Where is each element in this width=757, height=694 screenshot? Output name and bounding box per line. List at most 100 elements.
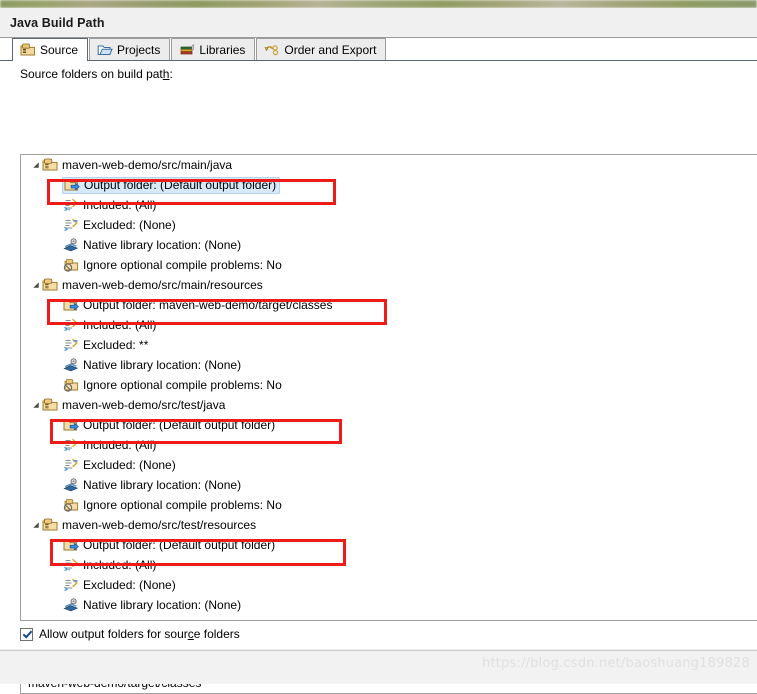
tree-row-label: Excluded: ** [83, 338, 149, 352]
tree-row-source-folder[interactable]: maven-web-demo/src/main/java [21, 155, 757, 175]
tree-row-label: Output folder: (Default output folder) [83, 538, 276, 552]
tree-row-label: maven-web-demo/src/main/java [62, 158, 233, 172]
native-library-icon [63, 238, 79, 252]
tree-row-attribute[interactable]: Native library location: (None) [21, 595, 757, 615]
tab-order-export-label: Order and Export [284, 42, 377, 57]
tree-row-attribute[interactable]: Output folder: (Default output folder) [21, 535, 757, 555]
tree-row-source-folder[interactable]: maven-web-demo/src/test/resources [21, 515, 757, 535]
tree-row-label: Excluded: (None) [83, 578, 176, 592]
excluded-filter-icon [64, 458, 78, 472]
source-tab-panel: Source folders on build path: maven-web-… [0, 61, 757, 694]
tree-row-source-folder[interactable]: maven-web-demo/src/test/java [21, 395, 757, 415]
tree-row-source-folder[interactable]: maven-web-demo/src/main/resources [21, 275, 757, 295]
expand-arrow-icon[interactable] [30, 515, 42, 535]
tree-row-attribute[interactable]: Native library location: (None) [21, 355, 757, 375]
tree-row-label: Included: (All) [83, 198, 157, 212]
tree-row-attribute[interactable]: Native library location: (None) [21, 235, 757, 255]
allow-output-folders-checkbox[interactable] [20, 627, 33, 641]
tree-row-attribute[interactable]: Excluded: ** [21, 335, 757, 355]
dialog-title-bar: Java Build Path [0, 8, 757, 38]
svg-text:+: + [68, 327, 71, 333]
tree-row-label: Native library location: (None) [83, 358, 242, 372]
source-folders-tree[interactable]: maven-web-demo/src/main/java Output folde… [20, 154, 757, 621]
source-folder-icon [20, 43, 36, 57]
tab-libraries-label: Libraries [199, 42, 246, 57]
tree-row-label: Excluded: (None) [83, 218, 176, 232]
svg-text:+: + [68, 447, 71, 453]
tree-row-attribute[interactable]: + Included: (All) [21, 555, 757, 575]
tree-row-label: Ignore optional compile problems: No [83, 258, 282, 272]
tree-row-label: Native library location: (None) [83, 478, 242, 492]
source-folder-icon [42, 398, 58, 411]
tree-row-attribute[interactable]: Output folder: (Default output folder) [21, 175, 757, 195]
tree-caption-after: : [169, 67, 173, 81]
ignore-problems-icon [63, 259, 79, 272]
tree-row-label: maven-web-demo/src/main/resources [62, 278, 263, 292]
included-filter-icon: + [64, 318, 78, 333]
tree-row-label: Ignore optional compile problems: No [83, 498, 282, 512]
watermark-text: https://blog.csdn.net/baoshuang189828 [482, 656, 750, 671]
native-library-icon [63, 598, 79, 612]
output-folder-icon [63, 300, 79, 311]
tree-row-attribute[interactable]: Ignore optional compile problems: No [21, 495, 757, 515]
tree-row-attribute[interactable]: Excluded: (None) [21, 215, 757, 235]
tree-row-label: Excluded: (None) [83, 458, 176, 472]
page-title: Java Build Path [10, 16, 105, 30]
java-build-path-dialog: Java Build Path Source Projects Librarie… [0, 8, 757, 694]
tree-row-attribute[interactable]: Ignore optional compile problems: No [21, 255, 757, 275]
order-export-icon [264, 43, 280, 57]
tree-row-attribute[interactable]: + Included: (All) [21, 195, 757, 215]
tree-row-label: maven-web-demo/src/test/resources [62, 518, 257, 532]
tree-row-label: Included: (All) [83, 318, 157, 332]
tab-libraries[interactable]: Libraries [171, 38, 256, 60]
tree-row-label: Native library location: (None) [83, 238, 242, 252]
expand-arrow-icon[interactable] [30, 275, 42, 295]
tree-caption: Source folders on build path: [0, 61, 757, 86]
tree-caption-before: Source folders on build pat [20, 67, 163, 81]
tab-source[interactable]: Source [12, 38, 89, 61]
excluded-filter-icon [64, 578, 78, 592]
desktop-background-strip [0, 0, 757, 8]
tree-row-attribute[interactable]: Native library location: (None) [21, 475, 757, 495]
tab-projects-label: Projects [117, 42, 161, 57]
ignore-problems-icon [63, 379, 79, 392]
tab-source-label: Source [40, 42, 79, 57]
included-filter-icon: + [64, 438, 78, 453]
tree-row-label: Output folder: maven-web-demo/target/cla… [83, 298, 333, 312]
tree-row-label: maven-web-demo/src/test/java [62, 398, 226, 412]
excluded-filter-icon [64, 218, 78, 232]
tree-row-attribute[interactable]: Output folder: maven-web-demo/target/cla… [21, 295, 757, 315]
output-folder-icon [63, 420, 79, 431]
svg-text:+: + [68, 207, 71, 213]
included-filter-icon: + [64, 198, 78, 213]
tree-row-label: Output folder: (Default output folder) [84, 178, 277, 192]
tree-row-attribute[interactable]: Excluded: (None) [21, 575, 757, 595]
tree-row-attribute[interactable]: Ignore optional compile problems: No [21, 375, 757, 395]
tree-row-attribute[interactable]: + Included: (All) [21, 435, 757, 455]
tab-order-and-export[interactable]: Order and Export [256, 38, 387, 60]
output-folder-icon [64, 180, 80, 191]
allow-output-folders-label: Allow output folders for source folders [39, 627, 240, 641]
tree-row-label: Included: (All) [83, 438, 157, 452]
tree-row-attribute[interactable]: + Included: (All) [21, 315, 757, 335]
ignore-problems-icon [63, 499, 79, 512]
tree-row-attribute[interactable]: Output folder: (Default output folder) [21, 415, 757, 435]
source-folder-icon [42, 158, 58, 171]
output-folder-icon [63, 540, 79, 551]
included-filter-icon: + [64, 558, 78, 573]
tree-row-attribute[interactable]: Excluded: (None) [21, 455, 757, 475]
source-folder-icon [42, 518, 58, 531]
source-folder-icon [42, 278, 58, 291]
tree-row-label: Native library location: (None) [83, 598, 242, 612]
tree-row-label: Included: (All) [83, 558, 157, 572]
native-library-icon [63, 478, 79, 492]
expand-arrow-icon[interactable] [30, 155, 42, 175]
allow-output-folders-row[interactable]: Allow output folders for source folders [20, 627, 240, 641]
expand-arrow-icon[interactable] [30, 395, 42, 415]
tree-row-label: Ignore optional compile problems: No [83, 378, 282, 392]
projects-folder-icon [97, 43, 113, 57]
tree-row-label: Output folder: (Default output folder) [83, 418, 276, 432]
tab-projects[interactable]: Projects [89, 38, 171, 60]
excluded-filter-icon [64, 338, 78, 352]
svg-text:+: + [68, 567, 71, 573]
